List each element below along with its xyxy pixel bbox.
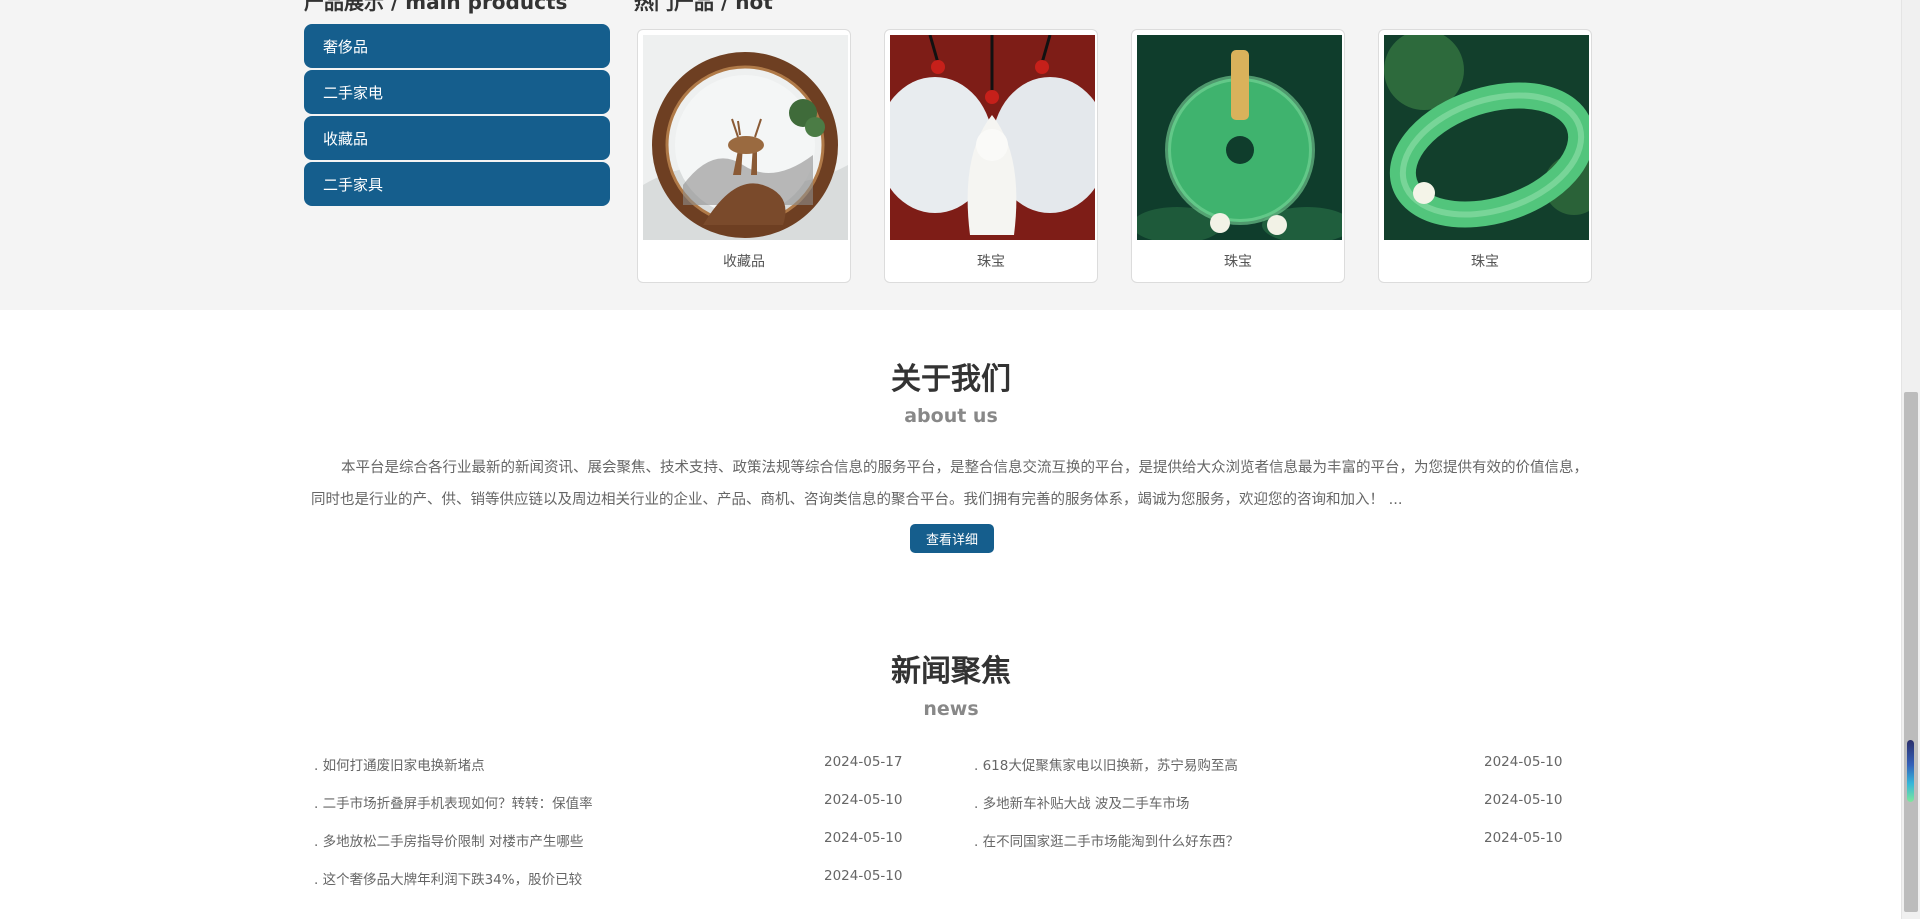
view-details-button[interactable]: 查看详细 <box>910 524 994 553</box>
news-item: . 多地新车补贴大战 波及二手车市场 2024-05-10 <box>974 790 1574 828</box>
news-title: 新闻聚焦 <box>891 654 1011 689</box>
hot-products-title: 热门产品 / hot <box>634 0 773 14</box>
news-link[interactable]: . 618大促聚焦家电以旧换新，苏宁易购至高 <box>974 754 1238 774</box>
news-date: 2024-05-10 <box>1484 792 1563 808</box>
jade-donut-icon <box>1137 35 1342 240</box>
news-item: . 在不同国家逛二手市场能淘到什么好东西？ 2024-05-10 <box>974 828 1574 866</box>
vertical-scrollbar[interactable] <box>1901 0 1920 919</box>
product-card[interactable]: 珠宝 <box>1378 29 1592 283</box>
news-item: . 618大促聚焦家电以旧换新，苏宁易购至高 2024-05-10 <box>974 752 1574 790</box>
news-date: 2024-05-10 <box>824 792 903 808</box>
deer-ornament-image[interactable] <box>643 35 848 240</box>
product-label: 珠宝 <box>1471 254 1499 270</box>
news-date: 2024-05-10 <box>824 868 903 884</box>
news-link[interactable]: . 多地新车补贴大战 波及二手车市场 <box>974 792 1189 812</box>
product-card[interactable]: 珠宝 <box>884 29 1098 283</box>
news-link[interactable]: . 如何打通废旧家电换新堵点 <box>314 754 485 774</box>
product-label: 收藏品 <box>723 254 765 270</box>
news-link[interactable]: . 多地放松二手房指导价限制 对楼市产生哪些 <box>314 830 583 850</box>
news-link[interactable]: . 在不同国家逛二手市场能淘到什么好东西？ <box>974 830 1239 850</box>
category-item-luxury[interactable]: 奢侈品 <box>304 24 610 68</box>
news-date: 2024-05-17 <box>824 754 903 770</box>
product-label: 珠宝 <box>1224 254 1252 270</box>
news-list-right: . 618大促聚焦家电以旧换新，苏宁易购至高 2024-05-10 . 多地新车… <box>974 752 1574 866</box>
category-item-furniture[interactable]: 二手家具 <box>304 162 610 206</box>
about-title: 关于我们 <box>891 362 1011 397</box>
news-item: . 如何打通废旧家电换新堵点 2024-05-17 <box>314 752 914 790</box>
jade-donut-image[interactable] <box>1137 35 1342 240</box>
news-list-left: . 如何打通废旧家电换新堵点 2024-05-17 . 二手市场折叠屏手机表现如… <box>314 752 914 904</box>
about-subtitle: about us <box>904 405 998 427</box>
scroll-indicator-icon <box>1907 740 1914 802</box>
deer-ornament-icon <box>643 35 848 240</box>
jade-pendant-icon <box>890 35 1095 240</box>
category-item-appliances[interactable]: 二手家电 <box>304 70 610 114</box>
news-item: . 这个奢侈品大牌年利润下跌34%，股价已较 2024-05-10 <box>314 866 914 904</box>
news-link[interactable]: . 二手市场折叠屏手机表现如何？转转：保值率 <box>314 792 593 812</box>
news-item: . 二手市场折叠屏手机表现如何？转转：保值率 2024-05-10 <box>314 790 914 828</box>
category-list: 奢侈品 二手家电 收藏品 二手家具 <box>304 24 610 208</box>
jade-bangle-image[interactable] <box>1384 35 1589 240</box>
products-section-title: 产品展示 / main products <box>304 0 568 14</box>
news-date: 2024-05-10 <box>824 830 903 846</box>
products-band: 产品展示 / main products 热门产品 / hot 奢侈品 二手家电… <box>0 0 1902 310</box>
product-label: 珠宝 <box>977 254 1005 270</box>
news-date: 2024-05-10 <box>1484 830 1563 846</box>
about-description: 本平台是综合各行业最新的新闻资讯、展会聚焦、技术支持、政策法规等综合信息的服务平… <box>311 460 1588 508</box>
jade-pendant-image[interactable] <box>890 35 1095 240</box>
jade-bangle-icon <box>1384 35 1589 240</box>
news-subtitle: news <box>923 698 979 720</box>
category-item-collectibles[interactable]: 收藏品 <box>304 116 610 160</box>
scrollbar-thumb[interactable] <box>1904 392 1918 912</box>
news-item: . 多地放松二手房指导价限制 对楼市产生哪些 2024-05-10 <box>314 828 914 866</box>
product-card[interactable]: 珠宝 <box>1131 29 1345 283</box>
product-card[interactable]: 收藏品 <box>637 29 851 283</box>
news-link[interactable]: . 这个奢侈品大牌年利润下跌34%，股价已较 <box>314 868 582 888</box>
news-date: 2024-05-10 <box>1484 754 1563 770</box>
